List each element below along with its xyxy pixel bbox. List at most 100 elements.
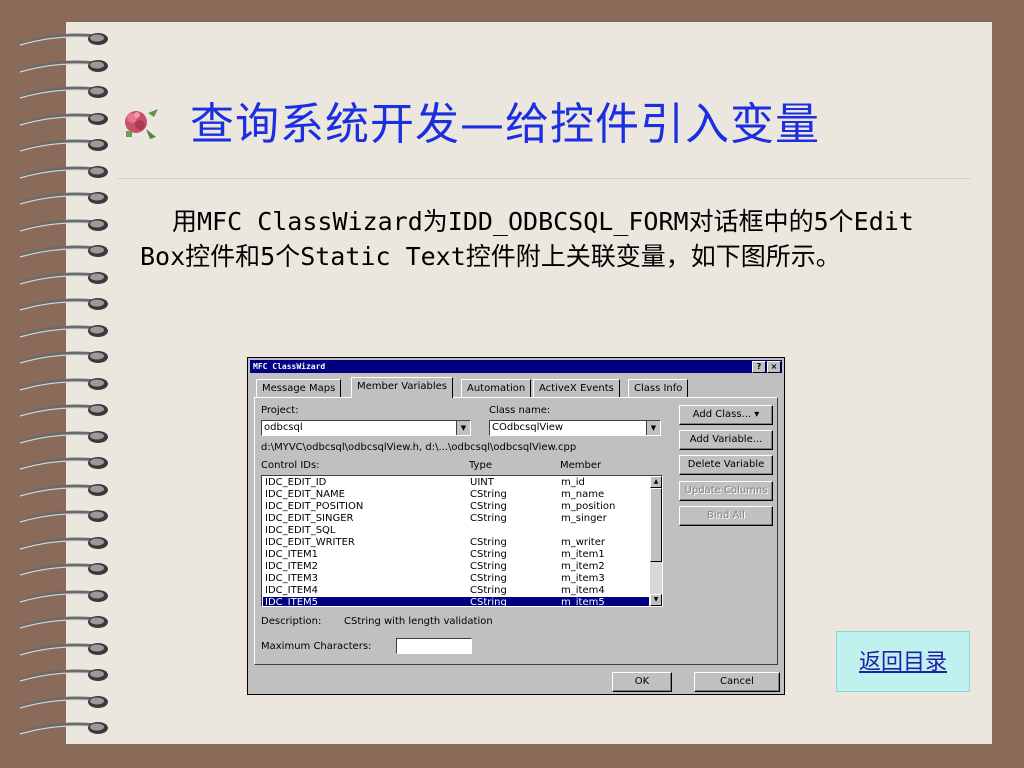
update-columns-button[interactable]: Update Columns [679, 481, 773, 501]
slide-body-text: 用MFC ClassWizard为IDD_ODBCSQL_FORM对话框中的5个… [140, 204, 950, 274]
type-cell: CString [470, 501, 507, 512]
back-to-contents-button[interactable]: 返回目录 [836, 631, 970, 692]
description-label: Description: [261, 616, 322, 627]
type-cell: UINT [470, 477, 494, 488]
binding-ring [19, 33, 108, 46]
cancel-button[interactable]: Cancel [694, 672, 780, 692]
class-name-combo[interactable]: COdbcsqlView ▼ [489, 420, 661, 436]
scroll-thumb[interactable] [650, 488, 662, 562]
member-cell: m_item1 [561, 549, 605, 560]
control-id-cell: IDC_ITEM2 [265, 561, 318, 572]
binding-ring [19, 59, 108, 73]
binding-ring [19, 695, 108, 709]
class-name-label: Class name: [489, 405, 551, 416]
tab-class-info[interactable]: Class Info [628, 379, 689, 398]
slide-title: 查询系统开发—给控件引入变量 [190, 99, 820, 150]
table-row[interactable]: IDC_EDIT_SINGER CString m_singer [263, 513, 649, 525]
control-id-cell: IDC_EDIT_POSITION [265, 501, 364, 512]
tab-automation[interactable]: Automation [461, 379, 532, 398]
help-button[interactable]: ? [752, 361, 766, 373]
table-row[interactable]: IDC_ITEM4 CString m_item4 [263, 585, 649, 597]
binding-ring [19, 165, 108, 179]
control-ids-header: Control IDs: [261, 460, 320, 471]
table-row[interactable]: IDC_ITEM5 CString m_item5 [263, 597, 649, 607]
binding-ring [19, 324, 108, 338]
project-value: odbcsql [264, 422, 303, 433]
member-cell: m_item5 [561, 597, 605, 607]
binding-ring [19, 483, 108, 497]
control-id-cell: IDC_EDIT_SQL [265, 525, 336, 536]
description-value: CString with length validation [344, 616, 493, 627]
type-cell: CString [470, 549, 507, 560]
member-cell: m_singer [561, 513, 607, 524]
control-id-cell: IDC_EDIT_SINGER [265, 513, 354, 524]
control-id-cell: IDC_ITEM3 [265, 573, 318, 584]
ok-button[interactable]: OK [612, 672, 672, 692]
scroll-down-icon[interactable]: ▼ [650, 594, 662, 606]
max-chars-label: Maximum Characters: [261, 641, 372, 652]
member-cell: m_item4 [561, 585, 605, 596]
member-cell: m_writer [561, 537, 605, 548]
add-variable-button[interactable]: Add Variable... [679, 430, 773, 450]
binding-ring [19, 86, 108, 99]
tab-member-variables[interactable]: Member Variables [351, 377, 454, 398]
dialog-titlebar: MFC ClassWizard ? × [250, 360, 782, 373]
member-cell: m_item3 [561, 573, 605, 584]
add-class-button[interactable]: Add Class... ▾ [679, 405, 773, 425]
control-id-cell: IDC_ITEM4 [265, 585, 318, 596]
type-cell: CString [470, 573, 507, 584]
tab-activex-events[interactable]: ActiveX Events [533, 379, 620, 398]
table-row[interactable]: IDC_EDIT_SQL [263, 525, 649, 537]
tab-message-maps[interactable]: Message Maps [256, 379, 342, 398]
member-cell: m_position [561, 501, 616, 512]
binding-ring [19, 404, 108, 417]
binding-ring [19, 245, 108, 258]
title-divider [118, 178, 970, 179]
binding-ring [19, 563, 108, 576]
table-row[interactable]: IDC_EDIT_POSITION CString m_position [263, 501, 649, 513]
type-cell: CString [470, 513, 507, 524]
project-combo[interactable]: odbcsql ▼ [261, 420, 471, 436]
binding-ring [19, 536, 108, 550]
max-chars-input[interactable] [396, 638, 472, 654]
control-id-cell: IDC_EDIT_NAME [265, 489, 345, 500]
type-cell: CString [470, 561, 507, 572]
dialog-title: MFC ClassWizard [253, 362, 326, 371]
table-row[interactable]: IDC_ITEM1 CString m_item1 [263, 549, 649, 561]
scroll-up-icon[interactable]: ▲ [650, 476, 662, 488]
table-row[interactable]: IDC_EDIT_WRITER CString m_writer [263, 537, 649, 549]
list-scrollbar[interactable]: ▲ ▼ [650, 476, 662, 606]
binding-ring [19, 192, 108, 205]
table-row[interactable]: IDC_ITEM2 CString m_item2 [263, 561, 649, 573]
table-row[interactable]: IDC_EDIT_ID UINT m_id [263, 477, 649, 489]
binding-ring [19, 271, 108, 285]
control-ids-list[interactable]: IDC_EDIT_ID UINT m_id IDC_EDIT_NAME CString m… [261, 475, 663, 607]
binding-ring [19, 377, 108, 391]
table-row[interactable]: IDC_ITEM3 CString m_item3 [263, 573, 649, 585]
type-cell: CString [470, 489, 507, 500]
binding-ring [19, 112, 108, 126]
delete-variable-button[interactable]: Delete Variable [679, 455, 773, 475]
body-text-content: 用MFC ClassWizard为IDD_ODBCSQL_FORM对话框中的5个… [140, 207, 914, 271]
chevron-down-icon[interactable]: ▼ [646, 421, 660, 435]
type-cell: CString [470, 537, 507, 548]
binding-ring [19, 669, 108, 682]
bind-all-button[interactable]: Bind All [679, 506, 773, 526]
member-header: Member [560, 460, 602, 471]
member-cell: m_name [561, 489, 605, 500]
binding-ring [19, 642, 108, 656]
binding-ring [19, 457, 108, 470]
control-id-cell: IDC_ITEM1 [265, 549, 318, 560]
classwizard-dialog: MFC ClassWizard ? × Message Maps Member … [247, 357, 785, 695]
binding-ring [19, 616, 108, 629]
binding-ring [19, 139, 108, 152]
binding-ring [19, 218, 108, 232]
close-button[interactable]: × [767, 361, 781, 373]
table-row[interactable]: IDC_EDIT_NAME CString m_name [263, 489, 649, 501]
flower-icon [120, 105, 160, 143]
binding-ring [19, 298, 108, 311]
binding-ring [19, 589, 108, 603]
binding-ring [19, 510, 108, 523]
chevron-down-icon[interactable]: ▼ [456, 421, 470, 435]
member-cell: m_id [561, 477, 585, 488]
